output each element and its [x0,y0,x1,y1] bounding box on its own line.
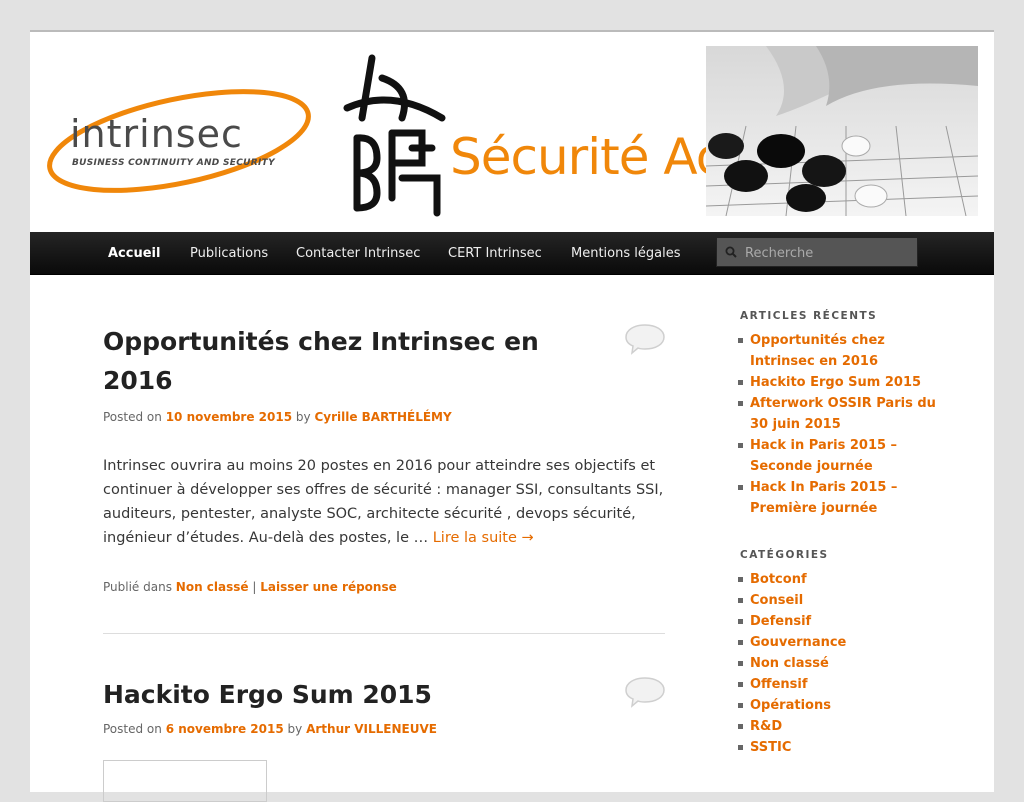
category-link[interactable]: Gouvernance [750,635,846,650]
list-item: Opportunités chez Intrinsec en 2016 [738,330,940,372]
main-navigation: Accueil Publications Contacter Intrinsec… [30,232,994,275]
article-divider [103,633,665,634]
nav-item-cert-intrinsec[interactable]: CERT Intrinsec [448,246,542,261]
article-meta: Posted on 6 novembre 2015 by Arthur VILL… [103,722,665,736]
article-meta: Posted on 10 novembre 2015 by Cyrille BA… [103,410,665,424]
category-link[interactable]: Defensif [750,614,811,629]
list-item: Opérations [738,695,940,716]
list-item: Hack In Paris 2015 – Première journée [738,477,940,519]
recent-posts-list: Opportunités chez Intrinsec en 2016 Hack… [738,330,940,519]
list-item: Defensif [738,611,940,632]
nav-item-publications[interactable]: Publications [190,246,268,261]
category-link[interactable]: R&D [750,719,782,734]
article-thumbnail[interactable] [103,760,267,802]
leave-reply-link[interactable]: Laisser une réponse [260,580,397,594]
page: intrinsec BUSINESS CONTINUITY AND SECURI… [30,30,994,802]
meta-separator: | [252,580,257,594]
article-title-link[interactable]: Hackito Ergo Sum 2015 [103,680,432,709]
intrinsec-logo[interactable]: intrinsec BUSINESS CONTINUITY AND SECURI… [44,86,314,196]
published-in-label: Publié dans [103,580,172,594]
list-item: Gouvernance [738,632,940,653]
recent-post-link[interactable]: Afterwork OSSIR Paris du 30 juin 2015 [750,396,936,432]
nav-item-contacter-intrinsec[interactable]: Contacter Intrinsec [296,246,420,261]
list-item: Non classé [738,653,940,674]
comment-bubble-icon[interactable] [623,322,667,356]
article-excerpt: Intrinsec ouvrira au moins 20 postes en … [103,454,665,550]
category-link[interactable]: Opérations [750,698,831,713]
read-more-link[interactable]: Lire la suite → [433,530,534,546]
category-link[interactable]: Offensif [750,677,808,692]
comment-bubble-icon[interactable] [623,675,667,709]
nav-item-mentions-legales[interactable]: Mentions légales [571,246,680,261]
article-author-link[interactable]: Arthur VILLENEUVE [306,722,437,736]
category-link[interactable]: Non classé [176,580,249,594]
recent-post-link[interactable]: Hack in Paris 2015 – Seconde journée [750,438,897,474]
category-link[interactable]: SSTIC [750,740,791,755]
category-link[interactable]: Non classé [750,656,829,671]
list-item: SSTIC [738,737,940,758]
site-header-banner[interactable]: intrinsec BUSINESS CONTINUITY AND SECURI… [30,34,994,234]
list-item: Conseil [738,590,940,611]
search-icon[interactable] [725,246,737,258]
calligraphy-glyph-icon [343,54,446,217]
article-post: Hackito Ergo Sum 2015 Posted on 6 novemb… [103,675,665,736]
widget-title-recent: ARTICLES RÉCENTS [740,310,878,322]
recent-post-link[interactable]: Hack In Paris 2015 – Première journée [750,480,897,516]
by-label: by [295,410,311,424]
search-box [716,237,918,267]
article-post: Opportunités chez Intrinsec en 2016 Post… [103,322,665,594]
logo-wordmark: intrinsec [70,112,243,156]
search-input[interactable] [743,242,917,264]
article-footer-meta: Publié dans Non classé | Laisser une rép… [103,580,665,594]
article-title-link[interactable]: Opportunités chez Intrinsec en 2016 [103,327,539,395]
article-author-link[interactable]: Cyrille BARTHÉLÉMY [314,410,451,424]
list-item: Afterwork OSSIR Paris du 30 juin 2015 [738,393,940,435]
recent-posts-widget: ARTICLES RÉCENTS Opportunités chez Intri… [738,310,940,519]
recent-post-link[interactable]: Hackito Ergo Sum 2015 [750,375,921,390]
list-item: Hackito Ergo Sum 2015 [738,372,940,393]
excerpt-text: Intrinsec ouvrira au moins 20 postes en … [103,458,664,546]
logo-tagline: BUSINESS CONTINUITY AND SECURITY [72,158,275,168]
category-link[interactable]: Botconf [750,572,807,587]
nav-item-accueil[interactable]: Accueil [108,246,160,261]
categories-widget: CATÉGORIES Botconf Conseil Defensif Gouv… [738,549,940,758]
category-link[interactable]: Conseil [750,593,803,608]
list-item: R&D [738,716,940,737]
article-title[interactable]: Hackito Ergo Sum 2015 [103,675,593,714]
widget-title-categories: CATÉGORIES [740,549,829,561]
list-item: Offensif [738,674,940,695]
list-item: Botconf [738,569,940,590]
posted-on-label: Posted on [103,410,162,424]
list-item: Hack in Paris 2015 – Seconde journée [738,435,940,477]
article-title[interactable]: Opportunités chez Intrinsec en 2016 [103,322,593,400]
by-label: by [287,722,303,736]
article-date-link[interactable]: 10 novembre 2015 [166,410,292,424]
posted-on-label: Posted on [103,722,162,736]
article-date-link[interactable]: 6 novembre 2015 [166,722,284,736]
recent-post-link[interactable]: Opportunités chez Intrinsec en 2016 [750,333,885,369]
categories-list: Botconf Conseil Defensif Gouvernance Non… [738,569,940,758]
go-game-photo [706,46,978,216]
sidebar: ARTICLES RÉCENTS Opportunités chez Intri… [738,310,940,758]
